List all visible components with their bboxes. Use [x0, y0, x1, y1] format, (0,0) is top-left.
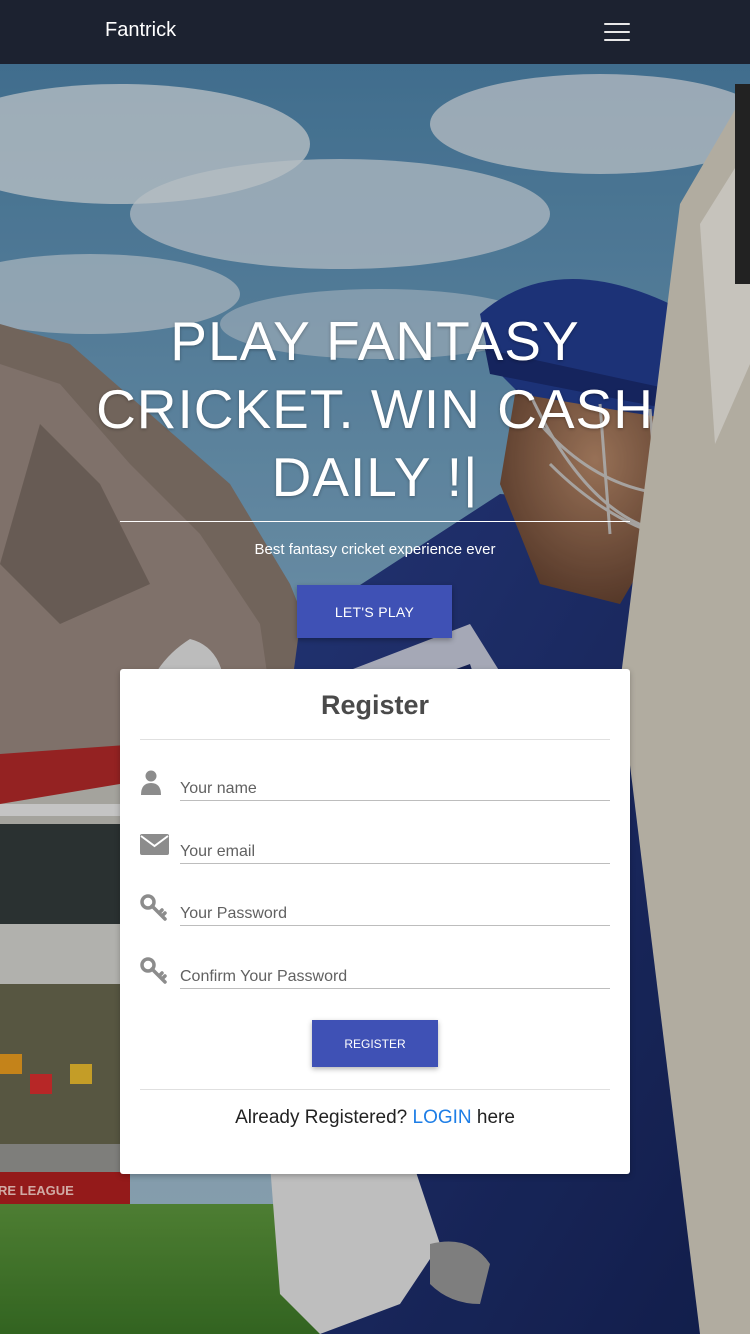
hero-headline: PLAY FANTASY CRICKET. WIN CASH DAILY !|: [96, 310, 654, 508]
key-icon: [140, 957, 167, 984]
password-input[interactable]: [180, 898, 610, 926]
login-suffix-text: here: [471, 1107, 515, 1128]
envelope-icon: [140, 834, 169, 855]
email-field-row: [140, 832, 610, 872]
login-prompt: Already Registered? LOGIN here: [120, 1107, 630, 1129]
divider: [140, 1089, 610, 1090]
email-input[interactable]: [180, 836, 610, 864]
register-button[interactable]: REGISTER: [312, 1020, 438, 1067]
key-icon: [140, 894, 167, 921]
lets-play-button[interactable]: LET'S PLAY: [297, 585, 452, 638]
name-field-row: [140, 769, 610, 809]
password-field-row: [140, 894, 610, 934]
hamburger-menu-icon[interactable]: [604, 20, 632, 44]
user-icon: [141, 770, 161, 795]
hero-subline: Best fantasy cricket experience ever: [254, 541, 496, 558]
navbar: Fantrick: [0, 0, 750, 64]
brand-logo-text[interactable]: Fantrick: [105, 19, 176, 42]
hero-divider: [120, 521, 630, 522]
confirm-password-input[interactable]: [180, 961, 610, 989]
divider: [140, 739, 610, 740]
login-prefix-text: Already Registered?: [235, 1107, 413, 1128]
name-input[interactable]: [180, 773, 610, 801]
register-title: Register: [320, 690, 430, 720]
login-link[interactable]: LOGIN: [413, 1107, 472, 1128]
register-card: Register REGISTER Already Registered? LO…: [120, 669, 630, 1174]
confirm-password-field-row: [140, 957, 610, 997]
